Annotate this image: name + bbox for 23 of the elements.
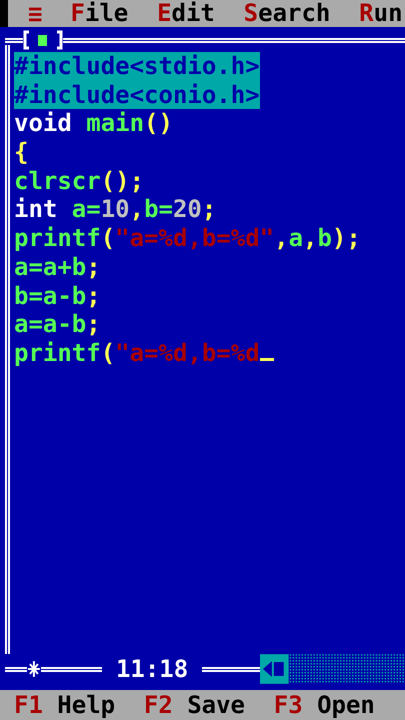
clock-text: 11:18 bbox=[114, 655, 190, 683]
close-box-icon[interactable] bbox=[23, 30, 63, 50]
code-line: clrscr(); bbox=[14, 166, 144, 196]
sparkle-icon bbox=[26, 660, 41, 678]
menu-item[interactable]: Search bbox=[244, 0, 330, 27]
horizontal-scrollbar[interactable] bbox=[260, 654, 405, 684]
code-line: void main() bbox=[14, 109, 173, 138]
code-line: printf("a=%d,b=%d bbox=[14, 338, 274, 368]
code-line: int a=10,b=20; bbox=[14, 195, 216, 224]
code-line: { bbox=[14, 138, 28, 167]
code-line: b=a-b; bbox=[14, 282, 101, 310]
function-key-hint[interactable]: F2 Save bbox=[144, 691, 245, 719]
frame-border bbox=[5, 38, 23, 42]
code-line: a=a+b; bbox=[14, 252, 101, 282]
function-key-hint[interactable]: F1 Help bbox=[14, 691, 116, 719]
menu-item[interactable]: Edit bbox=[157, 0, 215, 27]
menu-item[interactable]: Run bbox=[359, 0, 403, 27]
code-line: a=a-b; bbox=[14, 310, 101, 339]
frame-border bbox=[40, 666, 102, 672]
frame-border bbox=[5, 666, 27, 672]
code-line: printf("a=%d,b=%d",a,b); bbox=[14, 224, 361, 253]
function-key-hint[interactable]: F3 Open bbox=[274, 691, 375, 719]
menu-item[interactable]: File bbox=[70, 0, 128, 27]
